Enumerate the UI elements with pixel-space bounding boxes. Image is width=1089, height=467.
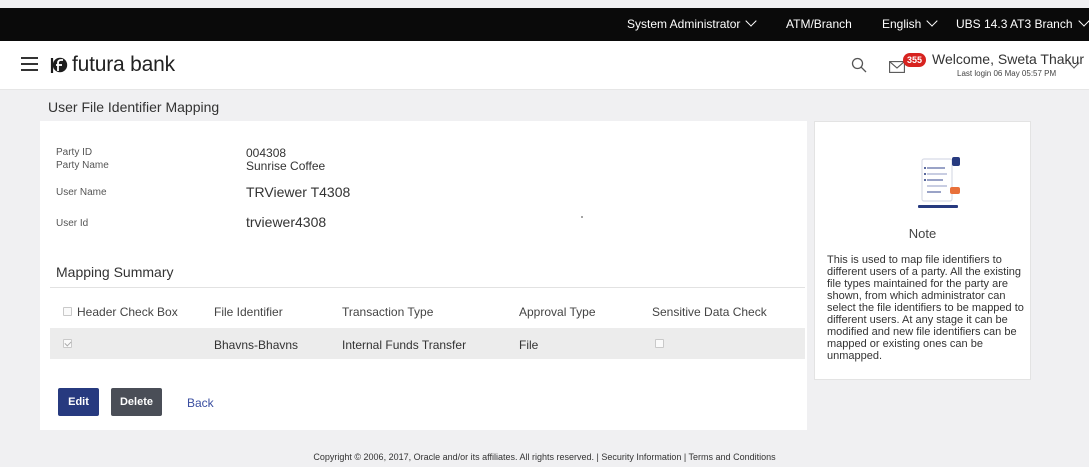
- delete-button[interactable]: Delete: [111, 388, 162, 416]
- table-header: Header Check Box File Identifier Transac…: [50, 287, 805, 327]
- page-title: User File Identifier Mapping: [48, 99, 220, 115]
- row-checkbox[interactable]: [63, 339, 72, 348]
- party-id-value: 004308: [246, 146, 287, 160]
- user-id-value: trviewer4308: [246, 214, 327, 230]
- top-bar: System Administrator ATM/Branch English …: [0, 8, 1089, 41]
- branch-label: UBS 14.3 AT3 Branch: [956, 17, 1073, 31]
- document-note-icon: [918, 157, 960, 208]
- language-label: English: [882, 17, 922, 31]
- chevron-down-icon: [926, 15, 939, 27]
- last-login-text: Last login 06 May 05:57 PM: [957, 69, 1057, 78]
- approval-type-cell: File: [519, 338, 539, 352]
- party-id-label: Party ID: [56, 147, 93, 158]
- logo-text: futura bank: [72, 53, 175, 76]
- back-link[interactable]: Back: [187, 396, 214, 410]
- chevron-down-icon: [1077, 15, 1089, 27]
- role-dropdown[interactable]: System Administrator: [627, 8, 758, 41]
- menu-icon[interactable]: [21, 57, 38, 71]
- party-name-value: Sunrise Coffee: [246, 159, 326, 173]
- note-text: This is used to map file identifiers to …: [827, 254, 1024, 362]
- futura-logo-icon: [50, 57, 68, 73]
- footer: Copyright © 2006, 2017, Oracle and/or it…: [313, 452, 776, 462]
- user-name-label: User Name: [56, 187, 107, 198]
- transaction-type-cell: Internal Funds Transfer: [342, 338, 467, 352]
- column-header-file-identifier: File Identifier: [214, 305, 283, 319]
- welcome-text[interactable]: Welcome, Sweta Thakur: [932, 51, 1084, 67]
- header-checkbox[interactable]: [63, 307, 72, 316]
- notification-badge[interactable]: 355: [903, 53, 927, 67]
- app-header: futura bank 355 Welcome, Sweta Thakur La…: [0, 41, 1089, 90]
- entity-link[interactable]: ATM/Branch: [786, 8, 852, 41]
- file-identifier-cell: Bhavns-Bhavns: [214, 338, 299, 352]
- chevron-down-icon: [745, 15, 758, 27]
- mapping-summary-title: Mapping Summary: [56, 264, 174, 280]
- column-header-transaction-type: Transaction Type: [342, 305, 434, 319]
- sensitive-data-checkbox[interactable]: [655, 339, 664, 348]
- column-header-approval-type: Approval Type: [519, 305, 596, 319]
- table-row: Bhavns-Bhavns Internal Funds Transfer Fi…: [50, 328, 805, 359]
- party-name-label: Party Name: [56, 160, 109, 171]
- user-id-label: User Id: [56, 218, 89, 229]
- role-label: System Administrator: [627, 17, 741, 31]
- edit-button[interactable]: Edit: [58, 388, 99, 416]
- language-dropdown[interactable]: English: [882, 8, 939, 41]
- note-title: Note: [908, 226, 937, 241]
- column-header-check: Header Check Box: [77, 305, 178, 319]
- user-name-value: TRViewer T4308: [246, 184, 351, 200]
- branch-dropdown[interactable]: UBS 14.3 AT3 Branch: [956, 8, 1089, 41]
- stray-dot: [581, 216, 583, 218]
- logo: futura bank: [48, 53, 175, 77]
- search-icon[interactable]: [851, 57, 867, 73]
- column-header-sensitive-data: Sensitive Data Check: [652, 305, 767, 319]
